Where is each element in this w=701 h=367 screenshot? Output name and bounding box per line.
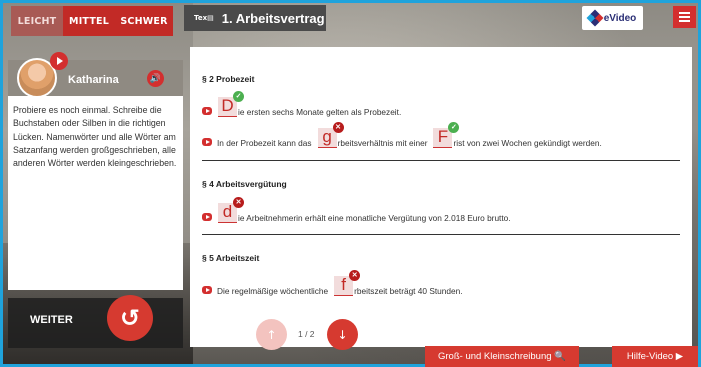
- arrow-down-icon: ↓: [337, 327, 348, 342]
- arrow-up-icon: ↑: [266, 327, 277, 342]
- page-down-button[interactable]: ↓: [327, 319, 358, 350]
- sentence-text: rist von zwei Wochen gekündigt werden.: [453, 138, 602, 148]
- check-icon: ✓: [233, 91, 244, 102]
- sentence-text: ie Arbeitnehmerin erhält eine monatliche…: [238, 213, 511, 223]
- page-up-button[interactable]: ↑: [256, 319, 287, 350]
- retry-icon: ↺: [119, 304, 141, 332]
- gap-value: F: [437, 127, 449, 146]
- speaker-audio-icon[interactable]: 🔊: [147, 70, 164, 87]
- menu-button[interactable]: [673, 6, 696, 28]
- level-tab-schwer[interactable]: SCHWER: [115, 6, 173, 36]
- hilfe-video-button[interactable]: Hilfe-Video ▶: [612, 346, 698, 367]
- level-tab-mittel[interactable]: MITTEL: [63, 6, 115, 36]
- gross-kleinschreibung-button[interactable]: Groß- und Kleinschreibung 🔍: [425, 346, 579, 367]
- menu-icon-line: [679, 12, 690, 14]
- sentence-text: Die regelmäßige wöchentliche: [217, 286, 329, 296]
- error-icon: ✕: [349, 270, 361, 281]
- sentence-row: D ✓ ie ersten sechs Monate gelten als Pro…: [202, 91, 402, 117]
- evideo-logo[interactable]: eVideo: [582, 6, 643, 30]
- sentence-row: In der Probezeit kann das g ✕ rbeitsverhä…: [202, 122, 602, 148]
- page-counter: 1 / 2: [298, 329, 315, 339]
- level-tab-leicht[interactable]: LEICHT: [11, 6, 63, 36]
- instruction-text: Probiere es noch einmal. Schreibe die Bu…: [13, 105, 177, 169]
- exercise-title-bar: Tex▤ 1. Arbeitsvertrag: [184, 5, 326, 31]
- exercise-content: [190, 47, 692, 347]
- gap-input[interactable]: f ✕: [334, 270, 361, 296]
- sentence-row: Die regelmäßige wöchentliche f ✕ rbeitsze…: [202, 270, 463, 296]
- gap-input[interactable]: F ✓: [433, 122, 460, 148]
- section-heading-probezeit: § 2 Probezeit: [202, 74, 255, 84]
- play-audio-icon[interactable]: [202, 107, 212, 115]
- weiter-label: WEITER: [30, 314, 73, 326]
- play-audio-icon[interactable]: [202, 138, 212, 146]
- play-audio-icon[interactable]: [202, 286, 212, 294]
- text-icon: Tex▤: [194, 13, 214, 22]
- sentence-text: rbeitsverhältnis mit einer: [337, 138, 428, 148]
- sentence-row: d ✕ ie Arbeitnehmerin erhält eine monatli…: [202, 197, 511, 223]
- sentence-text: rbeitszeit beträgt 40 Stunden.: [354, 286, 463, 296]
- divider: [202, 234, 680, 235]
- check-icon: ✓: [448, 122, 460, 133]
- error-icon: ✕: [332, 122, 344, 133]
- sentence-text: In der Probezeit kann das: [217, 138, 312, 148]
- difficulty-tabs: LEICHT MITTEL SCHWER: [11, 6, 173, 36]
- logo-text: eVideo: [603, 12, 637, 24]
- gap-input[interactable]: d ✕: [218, 197, 244, 223]
- gap-value: d: [222, 202, 233, 221]
- play-speaker-icon[interactable]: [50, 52, 68, 70]
- gap-value: g: [322, 127, 332, 146]
- error-icon: ✕: [233, 197, 244, 208]
- section-heading-arbeitszeit: § 5 Arbeitszeit: [202, 253, 260, 263]
- gap-input[interactable]: g ✕: [317, 122, 344, 148]
- logo-icon: [586, 9, 604, 27]
- gap-input[interactable]: D ✓: [218, 91, 244, 117]
- divider: [202, 160, 680, 161]
- menu-icon-line: [679, 20, 690, 22]
- retry-button[interactable]: ↺: [107, 295, 153, 341]
- speaker-name: Katharina: [68, 74, 119, 86]
- menu-icon-line: [679, 16, 690, 18]
- sentence-text: ie ersten sechs Monate gelten als Probez…: [238, 107, 402, 117]
- section-heading-verguetung: § 4 Arbeitsvergütung: [202, 179, 287, 189]
- gap-value: f: [341, 275, 347, 294]
- play-audio-icon[interactable]: [202, 213, 212, 221]
- gap-value: D: [221, 96, 234, 115]
- page-title: 1. Arbeitsvertrag: [221, 10, 325, 26]
